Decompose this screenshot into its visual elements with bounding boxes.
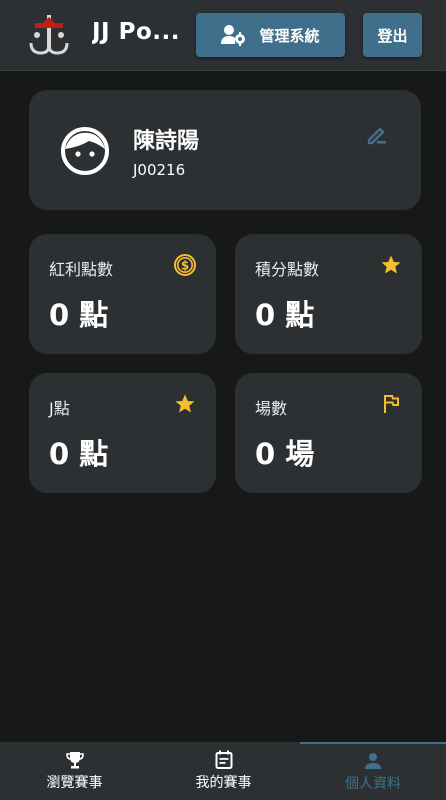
logout-button[interactable]: 登出 <box>363 13 422 57</box>
stat-card-score-points: 積分點數 0 點 <box>235 234 422 354</box>
admin-system-button-label: 管理系統 <box>259 26 320 45</box>
nav-label: 瀏覽賽事 <box>46 774 103 791</box>
user-settings-icon <box>221 25 246 46</box>
stat-value: 0 點 <box>49 298 109 332</box>
app-logo-icon[interactable] <box>27 13 71 57</box>
bottom-navigation: 瀏覽賽事 我的賽事 個人資料 <box>0 742 446 800</box>
stat-label: 積分點數 <box>255 260 320 279</box>
stat-card-games: 場數 0 場 <box>235 373 422 493</box>
stat-label: 紅利點數 <box>49 260 114 279</box>
stat-card-bonus-points: 紅利點數 0 點 $ <box>29 234 216 354</box>
admin-system-button[interactable]: 管理系統 <box>196 13 345 57</box>
dollar-coin-icon: $ <box>174 254 196 276</box>
nav-browse-events[interactable]: 瀏覽賽事 <box>0 742 149 800</box>
person-icon <box>365 752 381 769</box>
stat-label: J點 <box>49 399 70 418</box>
calendar-note-icon <box>215 750 232 769</box>
profile-card: 陳詩陽 J00216 <box>29 90 421 210</box>
edit-icon[interactable] <box>365 123 389 147</box>
logout-button-label: 登出 <box>377 26 408 45</box>
star-icon <box>381 255 401 274</box>
face-avatar-icon <box>61 127 109 175</box>
stat-label: 場數 <box>255 399 288 418</box>
stat-value: 0 點 <box>49 437 109 471</box>
stat-value: 0 點 <box>255 298 315 332</box>
app-title: JJ Po... <box>92 19 180 45</box>
svg-text:$: $ <box>181 259 189 273</box>
nav-label: 我的賽事 <box>195 775 252 791</box>
nav-profile[interactable]: 個人資料 <box>300 742 446 800</box>
nav-label: 個人資料 <box>345 775 401 792</box>
user-name: 陳詩陽 <box>133 129 200 154</box>
star-icon <box>175 394 195 413</box>
top-app-bar: JJ Po... 管理系統 登出 <box>0 0 446 71</box>
nav-my-events[interactable]: 我的賽事 <box>149 742 298 800</box>
member-id: J00216 <box>133 161 186 179</box>
trophy-icon <box>65 751 84 768</box>
flag-icon <box>384 395 399 413</box>
stat-card-j-points: J點 0 點 <box>29 373 216 493</box>
stat-value: 0 場 <box>255 437 315 471</box>
